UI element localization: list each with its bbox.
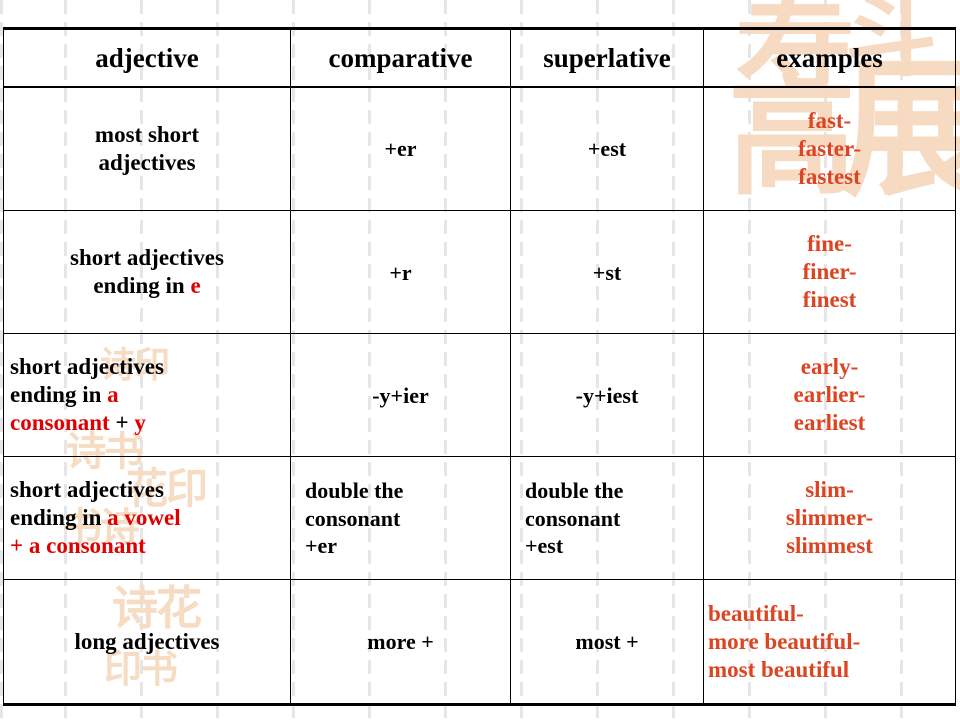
cell-comparative-form: double the consonant +er xyxy=(290,456,511,581)
cell-examples: fast-faster-fastest xyxy=(703,86,956,212)
table-header-row: adjective comparative superlative exampl… xyxy=(3,28,956,88)
cell-superlative-form: most + xyxy=(510,579,704,706)
cell-adjective-rule: short adjectives ending in a consonant + y xyxy=(3,333,291,458)
column-header-superlative: superlative xyxy=(510,28,704,88)
table-row: short adjectives ending in a consonant + y… xyxy=(3,333,956,458)
column-header-adjective: adjective xyxy=(3,28,291,88)
seal-watermark xyxy=(330,0,338,30)
cell-adjective-rule: short adjectives ending in a vowel + a con… xyxy=(3,456,291,581)
cell-adjective-rule: short adjectives ending in e xyxy=(3,210,291,335)
cell-superlative-form: +st xyxy=(510,210,704,335)
table-body: most short adjectives +er +est fast-faster-f… xyxy=(3,86,956,706)
cell-examples: beautiful-more beautiful-most beautiful xyxy=(703,579,956,706)
cell-comparative-form: +er xyxy=(290,86,511,212)
column-header-examples: examples xyxy=(703,28,956,88)
table-row: long adjectives more + most + beautiful-mor… xyxy=(3,579,956,706)
cell-superlative-form: double the consonant +est xyxy=(510,456,704,581)
cell-superlative-form: -y+iest xyxy=(510,333,704,458)
column-header-comparative: comparative xyxy=(290,28,511,88)
cell-adjective-rule: most short adjectives xyxy=(3,86,291,212)
table-row: most short adjectives +er +est fast-faster-f… xyxy=(3,86,956,212)
table-row: short adjectives ending in e +r +st fine-fin… xyxy=(3,210,956,335)
cell-superlative-form: +est xyxy=(510,86,704,212)
cell-comparative-form: more + xyxy=(290,579,511,706)
cell-examples: fine-finer-finest xyxy=(703,210,956,335)
adjective-comparison-table: adjective comparative superlative exampl… xyxy=(3,27,956,706)
cell-comparative-form: -y+ier xyxy=(290,333,511,458)
table-row: short adjectives ending in a vowel + a con… xyxy=(3,456,956,581)
cell-adjective-rule: long adjectives xyxy=(3,579,291,706)
cell-comparative-form: +r xyxy=(290,210,511,335)
cell-examples: early-earlier-earliest xyxy=(703,333,956,458)
cell-examples: slim-slimmer-slimmest xyxy=(703,456,956,581)
